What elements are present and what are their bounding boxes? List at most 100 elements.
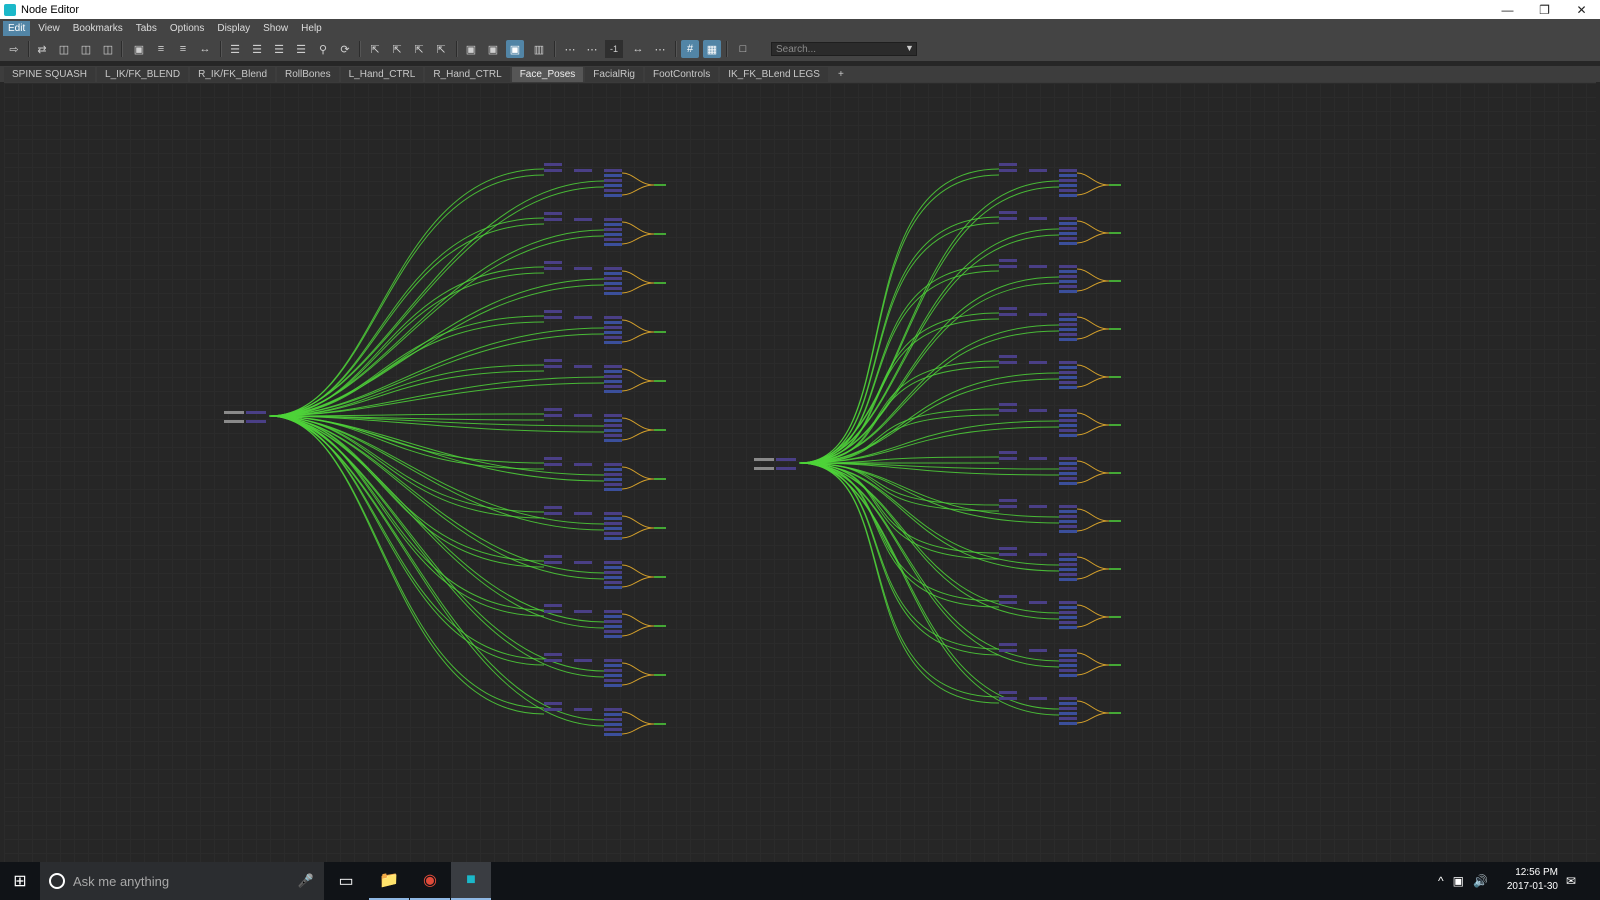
menu-options[interactable]: Options <box>165 21 209 36</box>
refresh-icon[interactable]: ⟳ <box>336 40 354 58</box>
connection-wire <box>798 462 1060 710</box>
distribute-horizontal-icon[interactable]: ⋯ <box>583 40 601 58</box>
remove-selected-icon[interactable]: ▣ <box>484 40 502 58</box>
source-node <box>754 467 774 470</box>
snap-grid-icon[interactable]: ▦ <box>703 40 721 58</box>
unpin-selected-icon[interactable]: ⇱ <box>432 40 450 58</box>
blend-node <box>1029 313 1047 316</box>
network-icon[interactable]: ▣ <box>1453 874 1464 888</box>
blend-node <box>544 359 562 362</box>
close-icon[interactable]: ✕ <box>1563 0 1600 19</box>
tab-rollbones[interactable]: RollBones <box>277 67 339 82</box>
volume-icon[interactable]: 🔊 <box>1473 874 1488 888</box>
full-mode-icon[interactable]: ☰ <box>270 40 288 58</box>
pose-node <box>1059 232 1077 235</box>
output-wire <box>1076 280 1110 292</box>
pose-node <box>604 468 622 471</box>
tab-footcontrols[interactable]: FootControls <box>644 67 719 82</box>
menu-help[interactable]: Help <box>296 21 327 36</box>
graph-up-downstream-icon[interactable]: ◫ <box>77 40 95 58</box>
search-input[interactable]: Search... <box>771 42 917 56</box>
pose-node <box>604 625 622 628</box>
tab-spine-squash[interactable]: SPINE SQUASH <box>4 67 96 82</box>
blend-node <box>574 610 592 613</box>
swap-icon[interactable]: ⇄ <box>33 40 51 58</box>
microphone-icon[interactable]: 🎤 <box>298 873 314 889</box>
unpin-icon[interactable]: ⇱ <box>410 40 428 58</box>
graph-output-icon[interactable]: ◫ <box>99 40 117 58</box>
connection-wire <box>268 415 605 623</box>
node-graph-canvas[interactable] <box>4 82 1596 863</box>
tab-r-ikfk-blend[interactable]: R_IK/FK_Blend <box>190 67 276 82</box>
tab-r-hand-ctrl[interactable]: R_Hand_CTRL <box>425 67 510 82</box>
restore-icon[interactable]: ❐ <box>1526 0 1563 19</box>
connected-mode-icon[interactable]: ☰ <box>248 40 266 58</box>
tab-face-poses[interactable]: Face_Poses <box>511 67 584 82</box>
graph-input-output-icon[interactable]: ⇨ <box>5 40 23 58</box>
counter-field[interactable]: -1 <box>605 40 623 58</box>
blend-node <box>999 601 1017 604</box>
menu-tabs[interactable]: Tabs <box>131 21 162 36</box>
tab-l-hand-ctrl[interactable]: L_Hand_CTRL <box>340 67 424 82</box>
blend-node <box>999 697 1017 700</box>
pin-icon[interactable]: ⇱ <box>366 40 384 58</box>
task-view-icon[interactable]: ▭ <box>326 862 366 900</box>
notification-icon[interactable]: ✉ <box>1566 862 1576 900</box>
system-clock[interactable]: 12:56 PM 2017-01-30 <box>1507 866 1558 894</box>
add-tab-button[interactable]: + <box>830 67 852 82</box>
chrome-icon[interactable]: ◉ <box>410 862 450 900</box>
pose-node <box>1059 366 1077 369</box>
cortana-search[interactable]: Ask me anything 🎤 <box>40 862 324 900</box>
pose-node <box>604 179 622 182</box>
blend-node <box>999 643 1017 646</box>
menu-display[interactable]: Display <box>212 21 255 36</box>
graph-input-icon[interactable]: ◫ <box>55 40 73 58</box>
simple-mode-icon[interactable]: ☰ <box>226 40 244 58</box>
distribute-icon[interactable]: ⋯ <box>561 40 579 58</box>
output-wire <box>621 380 655 392</box>
blend-node <box>574 218 592 221</box>
tab-ik-fk-blend-legs[interactable]: IK_FK_BLend LEGS <box>720 67 828 82</box>
window-title: Node Editor <box>21 3 80 16</box>
pose-node <box>1059 525 1077 528</box>
minimize-icon[interactable]: — <box>1489 0 1526 19</box>
blend-node <box>574 659 592 662</box>
expand-icon[interactable]: ↔ <box>196 40 214 58</box>
menu-show[interactable]: Show <box>258 21 293 36</box>
tab-l-ikfk-blend[interactable]: L_IK/FK_BLEND <box>97 67 189 82</box>
pose-node <box>604 532 622 535</box>
spread-icon[interactable]: ↔ <box>629 40 647 58</box>
grid-icon[interactable]: # <box>681 40 699 58</box>
pose-node <box>1059 184 1077 187</box>
menu-edit[interactable]: Edit <box>3 20 31 36</box>
frame-all-icon[interactable]: ▣ <box>130 40 148 58</box>
connection-wire <box>798 234 1060 464</box>
align-icon[interactable]: ≡ <box>174 40 192 58</box>
menu-bookmarks[interactable]: Bookmarks <box>68 21 128 36</box>
chevron-up-icon[interactable]: ^ <box>1438 874 1444 888</box>
pose-node <box>1059 626 1077 629</box>
compact-icon[interactable]: ⋯ <box>651 40 669 58</box>
output-wire <box>1076 616 1110 628</box>
filter-icon[interactable]: □ <box>734 40 752 58</box>
pose-node <box>1059 361 1077 364</box>
file-explorer-icon[interactable]: 📁 <box>369 862 409 900</box>
lock-icon[interactable]: ▥ <box>530 40 548 58</box>
tab-facialrig[interactable]: FacialRig <box>585 67 643 82</box>
connection-wire <box>798 462 1000 704</box>
add-selected-icon[interactable]: ▣ <box>462 40 480 58</box>
windows-start-icon[interactable]: ⊞ <box>0 862 40 900</box>
search-icon[interactable]: ⚲ <box>314 40 332 58</box>
maya-icon[interactable]: ■ <box>451 862 491 900</box>
chevron-down-icon[interactable]: ▼ <box>905 43 914 53</box>
custom-mode-icon[interactable]: ☰ <box>292 40 310 58</box>
pose-node <box>1059 323 1077 326</box>
layout-icon[interactable]: ≡ <box>152 40 170 58</box>
menu-view[interactable]: View <box>33 21 65 36</box>
connection-wire <box>268 415 545 715</box>
output-wire <box>1076 220 1110 234</box>
auto-add-icon[interactable]: ▣ <box>506 40 524 58</box>
pin-selected-icon[interactable]: ⇱ <box>388 40 406 58</box>
connection-wire <box>268 229 605 417</box>
pose-node <box>1059 429 1077 432</box>
